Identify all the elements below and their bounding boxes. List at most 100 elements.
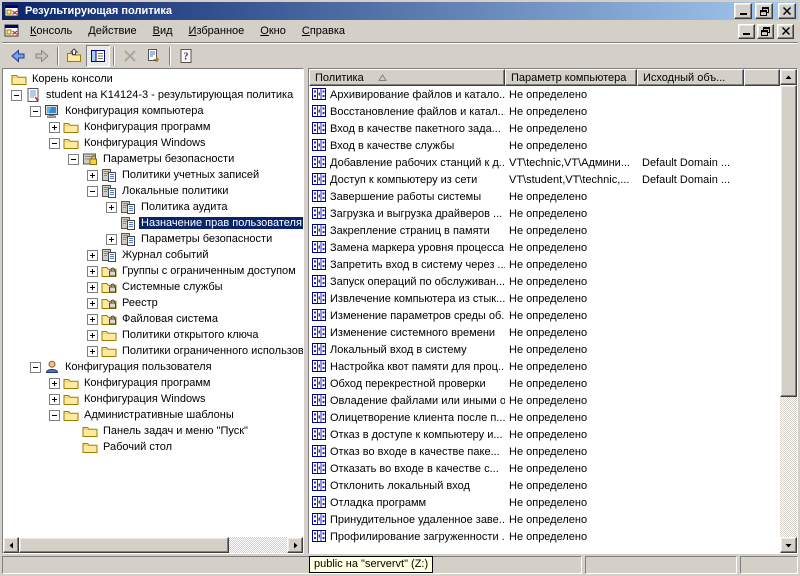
collapse-minus-icon[interactable] — [87, 185, 98, 197]
policy-row[interactable]: Запретить вход в систему через ... Не опр… — [309, 256, 780, 273]
menu-view[interactable]: Вид — [145, 22, 181, 40]
menu-favorites[interactable]: Избранное — [181, 22, 253, 40]
help-button[interactable]: ? — [174, 45, 198, 67]
policy-row[interactable]: Вход в качестве службы Не определено — [309, 137, 780, 154]
h-scrollbar[interactable] — [3, 537, 303, 553]
policy-row[interactable]: Загрузка и выгрузка драйверов ... Не опре… — [309, 205, 780, 222]
tree-item[interactable]: Системные службы — [3, 279, 303, 295]
tree-item[interactable]: Конфигурация программ — [3, 119, 303, 135]
menu-help[interactable]: Справка — [294, 22, 353, 40]
collapse-minus-icon[interactable] — [49, 409, 60, 421]
v-scrollbar[interactable] — [780, 69, 797, 553]
policy-row[interactable]: Добавление рабочих станций к д... VT\tech… — [309, 154, 780, 171]
minimize-button[interactable] — [734, 3, 752, 19]
policy-row[interactable]: Запуск операций по обслуживан... Не опред… — [309, 273, 780, 290]
policy-row[interactable]: Вход в качестве пакетного зада... Не опре… — [309, 120, 780, 137]
tree-item[interactable]: Параметры безопасности — [3, 151, 303, 167]
expand-plus-icon[interactable] — [87, 249, 98, 261]
up-one-level-button[interactable] — [62, 45, 86, 67]
policy-row[interactable]: Отказать во входе в качестве с... Не опре… — [309, 460, 780, 477]
policy-row[interactable]: Отладка программ Не определено — [309, 494, 780, 511]
expand-plus-icon[interactable] — [106, 233, 117, 245]
policy-row[interactable]: Замена маркера уровня процесса Не определ… — [309, 239, 780, 256]
collapse-minus-icon[interactable] — [11, 89, 22, 101]
back-button[interactable] — [6, 45, 30, 67]
policy-row[interactable]: Отказ во входе в качестве паке... Не опре… — [309, 443, 780, 460]
menu-action[interactable]: Действие — [80, 22, 144, 40]
menu-window[interactable]: Окно — [252, 22, 294, 40]
column-header-source[interactable]: Исходный объ... — [637, 69, 744, 86]
expand-plus-icon[interactable] — [87, 329, 98, 341]
policy-row[interactable]: Принудительное удаленное заве... Не опред… — [309, 511, 780, 528]
h-scroll-track[interactable] — [229, 537, 287, 553]
tree-item[interactable]: Реестр — [3, 295, 303, 311]
column-header-policy[interactable]: Политика — [309, 69, 505, 86]
policy-row[interactable]: Овладение файлами или иными о... Не опред… — [309, 392, 780, 409]
v-scroll-track[interactable] — [780, 397, 797, 537]
restore-button[interactable] — [755, 3, 773, 19]
tree-item[interactable]: Параметры безопасности — [3, 231, 303, 247]
collapse-minus-icon[interactable] — [49, 137, 60, 149]
tree-item[interactable]: student на K14124-3 - результирующая пол… — [3, 87, 303, 103]
policy-row[interactable]: Отклонить локальный вход Не определено — [309, 477, 780, 494]
expand-plus-icon[interactable] — [87, 265, 98, 277]
close-button[interactable] — [778, 3, 796, 19]
scroll-up-button[interactable] — [780, 69, 797, 85]
tree-item[interactable]: Файловая система — [3, 311, 303, 327]
expand-plus-icon[interactable] — [49, 393, 60, 405]
tree-item[interactable]: Конфигурация Windows — [3, 135, 303, 151]
scroll-down-button[interactable] — [780, 537, 797, 553]
policy-row[interactable]: Настройка квот памяти для проц... Не опре… — [309, 358, 780, 375]
tree-item[interactable]: Панель задач и меню "Пуск" — [3, 423, 303, 439]
tree-item[interactable]: Конфигурация пользователя — [3, 359, 303, 375]
mdi-minimize-button[interactable] — [738, 23, 755, 39]
policy-row[interactable]: Завершение работы системы Не определено — [309, 188, 780, 205]
column-header-computer-setting[interactable]: Параметр компьютера — [505, 69, 637, 86]
tree-item[interactable]: Конфигурация программ — [3, 375, 303, 391]
expand-plus-icon[interactable] — [106, 201, 117, 213]
policy-row[interactable]: Архивирование файлов и катало... Не опред… — [309, 86, 780, 103]
tree-item[interactable]: Административные шаблоны — [3, 407, 303, 423]
policy-row[interactable]: Извлечение компьютера из стык... Не опред… — [309, 290, 780, 307]
titlebar[interactable]: Результирующая политика — [2, 2, 798, 20]
policy-row[interactable]: Отказ в доступе к компьютеру и... Не опре… — [309, 426, 780, 443]
mdi-restore-button[interactable] — [757, 23, 774, 39]
tree-item[interactable]: Корень консоли — [3, 71, 303, 87]
scroll-right-button[interactable] — [287, 537, 303, 553]
tree-item[interactable]: Политики учетных записей — [3, 167, 303, 183]
policy-row[interactable]: Локальный вход в систему Не определено — [309, 341, 780, 358]
tree-item[interactable]: Локальные политики — [3, 183, 303, 199]
tree-item[interactable]: Журнал событий — [3, 247, 303, 263]
v-scroll-thumb[interactable] — [780, 85, 797, 397]
collapse-minus-icon[interactable] — [30, 361, 41, 373]
policy-row[interactable]: Восстановление файлов и катал... Не опред… — [309, 103, 780, 120]
expand-plus-icon[interactable] — [87, 169, 98, 181]
scroll-left-button[interactable] — [3, 537, 19, 553]
policy-row[interactable]: Доступ к компьютеру из сети VT\student,VT… — [309, 171, 780, 188]
collapse-minus-icon[interactable] — [68, 153, 79, 165]
policy-row[interactable]: Обход перекрестной проверки Не определено — [309, 375, 780, 392]
collapse-minus-icon[interactable] — [30, 105, 41, 117]
policy-row[interactable]: Профилирование загруженности ... Не опред… — [309, 528, 780, 545]
policy-row[interactable]: Закрепление страниц в памяти Не определен… — [309, 222, 780, 239]
tree-item[interactable]: Рабочий стол — [3, 439, 303, 455]
expand-plus-icon[interactable] — [87, 345, 98, 357]
h-scroll-thumb[interactable] — [19, 537, 229, 553]
expand-plus-icon[interactable] — [49, 121, 60, 133]
expand-plus-icon[interactable] — [87, 297, 98, 309]
tree-item[interactable]: Группы с ограниченным доступом — [3, 263, 303, 279]
tree-item[interactable]: Назначение прав пользователя — [3, 215, 303, 231]
policy-row[interactable]: Изменение системного времени Не определен… — [309, 324, 780, 341]
policy-row[interactable]: Изменение параметров среды об... Не опред… — [309, 307, 780, 324]
tree-item[interactable]: Политика аудита — [3, 199, 303, 215]
export-list-button[interactable] — [142, 45, 166, 67]
expand-plus-icon[interactable] — [87, 313, 98, 325]
tree-item[interactable]: Политики ограниченного использов — [3, 343, 303, 359]
expand-plus-icon[interactable] — [49, 377, 60, 389]
tree-item[interactable]: Конфигурация Windows — [3, 391, 303, 407]
tree-item[interactable]: Политики открытого ключа — [3, 327, 303, 343]
show-hide-tree-button[interactable] — [86, 45, 110, 67]
tree-item[interactable]: Конфигурация компьютера — [3, 103, 303, 119]
policy-row[interactable]: Олицетворение клиента после п... Не опред… — [309, 409, 780, 426]
menu-console[interactable]: Консоль — [22, 22, 80, 40]
